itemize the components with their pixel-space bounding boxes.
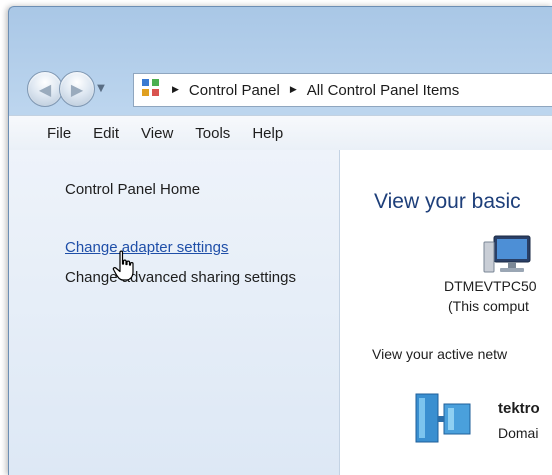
active-networks-label: View your active netw	[372, 346, 508, 362]
computer-name: DTMEVTPC50	[444, 278, 537, 294]
navigation-bar: ◀ ▶ ▼ ▶ Control Panel ▶ All Control Pane…	[9, 65, 552, 113]
chevron-down-icon: ▼	[97, 83, 105, 94]
breadcrumb-all-items[interactable]: All Control Panel Items	[307, 82, 460, 99]
recent-pages-dropdown[interactable]: ▼	[95, 83, 107, 95]
forward-button[interactable]: ▶	[59, 71, 95, 107]
address-bar[interactable]: ▶ Control Panel ▶ All Control Panel Item…	[133, 73, 552, 107]
menu-edit[interactable]: Edit	[82, 125, 130, 142]
arrow-left-icon: ◀	[38, 79, 52, 99]
arrow-right-icon: ▶	[70, 79, 84, 99]
page-title: View your basic	[374, 190, 521, 213]
network-name[interactable]: tektro	[498, 400, 540, 417]
control-panel-icon	[140, 77, 166, 103]
menu-tools[interactable]: Tools	[184, 125, 241, 142]
computer-icon	[483, 235, 531, 273]
task-pane: Control Panel Home Change adapter settin…	[9, 150, 340, 475]
change-adapter-settings-link[interactable]: Change adapter settings	[65, 238, 228, 258]
network-type: Domai	[498, 425, 539, 441]
content-pane: View your basic DTMEVTPC50 (This comput …	[340, 150, 552, 475]
breadcrumb-separator-icon[interactable]: ▶	[172, 85, 179, 95]
computer-note: (This comput	[448, 298, 529, 314]
menu-file[interactable]: File	[9, 125, 82, 142]
menu-view[interactable]: View	[130, 125, 184, 142]
hand-cursor-icon	[112, 250, 134, 281]
domain-network-icon	[415, 393, 471, 443]
control-panel-home-link[interactable]: Control Panel Home	[65, 180, 200, 200]
breadcrumb-separator-icon[interactable]: ▶	[290, 85, 297, 95]
menu-help[interactable]: Help	[241, 125, 294, 142]
explorer-window: ◀ ▶ ▼ ▶ Control Panel ▶ All Control Pane…	[8, 6, 552, 475]
back-button[interactable]: ◀	[27, 71, 63, 107]
breadcrumb-control-panel[interactable]: Control Panel	[189, 82, 280, 99]
menu-bar: File Edit View Tools Help	[9, 115, 552, 151]
change-sharing-settings-link[interactable]: Change advanced sharing settings	[65, 268, 305, 288]
